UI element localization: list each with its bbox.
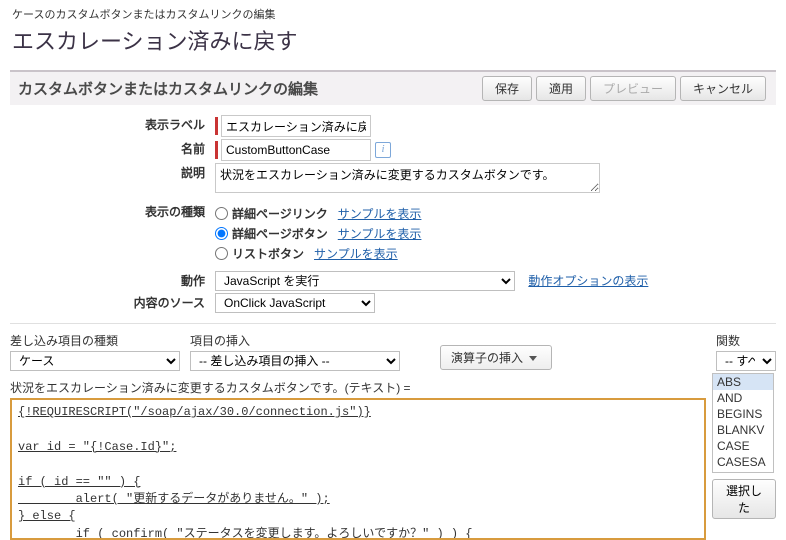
display-type-radio-button[interactable] xyxy=(215,227,228,240)
functions-label: 関数 xyxy=(716,332,776,349)
merge-field-insert-label: 項目の挿入 xyxy=(190,332,400,349)
apply-button[interactable]: 適用 xyxy=(536,76,586,101)
sample-link[interactable]: サンプルを表示 xyxy=(314,245,398,262)
function-option[interactable]: ABS xyxy=(713,374,773,390)
merge-field-type-label: 差し込み項目の種類 xyxy=(10,332,180,349)
merge-field-insert-select[interactable]: -- 差し込み項目の挿入 -- xyxy=(190,351,400,371)
chevron-down-icon xyxy=(529,356,537,361)
display-label-label: 表示ラベル xyxy=(10,115,215,135)
display-type-option-button: 詳細ページボタン xyxy=(232,225,328,242)
page-title: エスカレーション済みに戻す xyxy=(12,24,776,56)
function-option[interactable]: BLANKV xyxy=(713,422,773,438)
function-option[interactable]: AND xyxy=(713,390,773,406)
behavior-options-link[interactable]: 動作オプションの表示 xyxy=(528,274,648,288)
name-input[interactable] xyxy=(221,139,371,161)
function-option[interactable]: BEGINS xyxy=(713,406,773,422)
cancel-button[interactable]: キャンセル xyxy=(680,76,766,101)
insert-selected-function-button[interactable]: 選択した xyxy=(712,479,776,519)
info-icon[interactable]: i xyxy=(375,142,391,158)
function-option[interactable]: CASESA xyxy=(713,454,773,470)
functions-category-select[interactable]: -- すべて xyxy=(716,351,776,371)
name-label: 名前 xyxy=(10,139,215,159)
formula-editor[interactable]: {!REQUIRESCRIPT("/soap/ajax/30.0/connect… xyxy=(10,398,706,540)
breadcrumb: ケースのカスタムボタンまたはカスタムリンクの編集 xyxy=(12,6,776,22)
display-label-input[interactable] xyxy=(221,115,371,137)
display-type-option-link: 詳細ページリンク xyxy=(232,205,328,222)
function-option[interactable]: CASE xyxy=(713,438,773,454)
description-textarea[interactable]: 状況をエスカレーション済みに変更するカスタムボタンです。 xyxy=(215,163,600,193)
content-source-select[interactable]: OnClick JavaScript xyxy=(215,293,375,313)
sample-link[interactable]: サンプルを表示 xyxy=(338,225,422,242)
functions-list[interactable]: ABS AND BEGINS BLANKV CASE CASESA xyxy=(712,373,774,473)
display-type-option-list: リストボタン xyxy=(232,245,304,262)
required-indicator xyxy=(215,141,218,159)
content-source-label: 内容のソース xyxy=(10,293,215,313)
formula-description: 状況をエスカレーション済みに変更するカスタムボタンです。(テキスト) = xyxy=(10,379,706,396)
behavior-select[interactable]: JavaScript を実行 xyxy=(215,271,515,291)
description-label: 説明 xyxy=(10,163,215,183)
display-type-radio-list[interactable] xyxy=(215,247,228,260)
preview-button[interactable]: プレビュー xyxy=(590,76,676,101)
required-indicator xyxy=(215,117,218,135)
section-title: カスタムボタンまたはカスタムリンクの編集 xyxy=(18,78,480,99)
section-header: カスタムボタンまたはカスタムリンクの編集 保存 適用 プレビュー キャンセル xyxy=(10,70,776,105)
save-button[interactable]: 保存 xyxy=(482,76,532,101)
behavior-label: 動作 xyxy=(10,271,215,291)
sample-link[interactable]: サンプルを表示 xyxy=(338,205,422,222)
merge-field-type-select[interactable]: ケース xyxy=(10,351,180,371)
operator-insert-button[interactable]: 演算子の挿入 xyxy=(440,345,552,370)
display-type-radio-link[interactable] xyxy=(215,207,228,220)
display-type-label: 表示の種類 xyxy=(10,202,215,222)
